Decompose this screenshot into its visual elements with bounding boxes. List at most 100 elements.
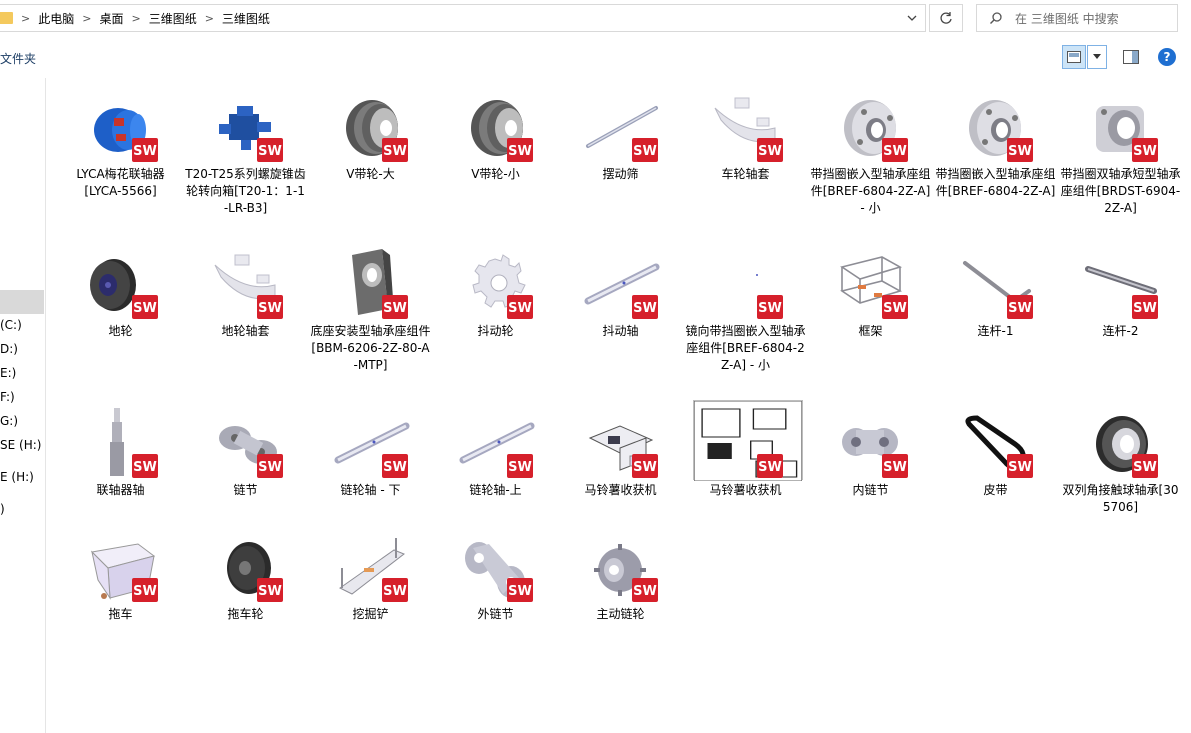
- help-button[interactable]: ?: [1158, 48, 1176, 66]
- solidworks-badge-icon: SW: [382, 578, 408, 602]
- file-item[interactable]: SW 拖车: [58, 522, 183, 672]
- chevron-right-icon[interactable]: >: [82, 12, 91, 25]
- view-mode-button[interactable]: [1062, 45, 1086, 69]
- refresh-button[interactable]: [929, 4, 963, 32]
- file-name: 链节: [233, 483, 258, 497]
- address-row: > 此电脑 > 桌面 > 三维图纸 > 三维图纸 在 三维图纸 中搜索: [0, 0, 1191, 38]
- file-item[interactable]: SW 车轮轴套: [683, 82, 808, 232]
- search-box[interactable]: 在 三维图纸 中搜索: [976, 4, 1178, 32]
- file-item[interactable]: SW 外链节: [433, 522, 558, 672]
- svg-text:SW: SW: [758, 144, 782, 159]
- nav-item-drive-h2[interactable]: E (H:): [0, 470, 34, 484]
- file-name: 拖车: [108, 607, 133, 621]
- preview-pane-button[interactable]: [1121, 47, 1141, 67]
- file-item[interactable]: SW LYCA梅花联轴器 [LYCA-5566]: [58, 82, 183, 232]
- svg-text:SW: SW: [258, 584, 282, 599]
- file-name: 地轮轴套: [221, 324, 270, 338]
- svg-text:SW: SW: [1133, 460, 1157, 475]
- svg-text:SW: SW: [133, 144, 157, 159]
- file-name: 马铃薯收获机: [584, 483, 657, 497]
- file-item[interactable]: SW 带挡圈嵌入型轴承座组件[BREF-6804-2Z-A]: [933, 82, 1058, 232]
- solidworks-badge-icon: SW: [632, 454, 658, 478]
- file-item[interactable]: SW 皮带: [933, 398, 1058, 548]
- svg-text:SW: SW: [383, 460, 407, 475]
- nav-selected-item[interactable]: [0, 290, 44, 314]
- solidworks-badge-icon: SW: [257, 454, 283, 478]
- breadcrumb-item-3[interactable]: 三维图纸: [222, 10, 270, 27]
- file-name: 连杆-2: [1102, 324, 1139, 338]
- nav-item-drive-e[interactable]: E:): [0, 366, 16, 380]
- file-item[interactable]: SW V带轮-小: [433, 82, 558, 232]
- chevron-right-icon[interactable]: >: [131, 12, 140, 25]
- svg-text:SW: SW: [133, 584, 157, 599]
- file-item[interactable]: SW 带挡圈嵌入型轴承座组件[BREF-6804-2Z-A] - 小: [808, 82, 933, 232]
- file-name: V带轮-小: [471, 167, 520, 181]
- navigation-pane: (C:) D:) E:) F:) G:) SE (H:) E (H:) ): [0, 78, 46, 733]
- file-name: 双列角接触球轴承[305706]: [1062, 483, 1179, 514]
- chevron-right-icon[interactable]: >: [205, 12, 214, 25]
- breadcrumb-item-0[interactable]: 此电脑: [38, 10, 74, 27]
- file-name: 链轮轴 - 下: [340, 483, 401, 497]
- file-item[interactable]: SW 地轮轴套: [183, 239, 308, 389]
- file-grid: SW LYCA梅花联轴器 [LYCA-5566] SW T20-T25系列螺旋锥齿轮转…: [58, 82, 1191, 733]
- svg-text:SW: SW: [508, 460, 532, 475]
- svg-text:SW: SW: [633, 144, 657, 159]
- file-item[interactable]: SW 拖车轮: [183, 522, 308, 672]
- svg-text:SW: SW: [633, 460, 657, 475]
- nav-item-drive-f[interactable]: F:): [0, 390, 15, 404]
- solidworks-badge-icon: SW: [1132, 454, 1158, 478]
- nav-item-drive-d[interactable]: D:): [0, 342, 18, 356]
- file-item[interactable]: SW 双列角接触球轴承[305706]: [1058, 398, 1183, 548]
- view-options-dropdown[interactable]: [1087, 45, 1107, 69]
- nav-item-drive-g[interactable]: G:): [0, 414, 18, 428]
- solidworks-badge-icon: SW: [882, 138, 908, 162]
- solidworks-badge-icon: SW: [1132, 138, 1158, 162]
- folder-label[interactable]: 文件夹: [0, 50, 36, 67]
- solidworks-badge-icon: SW: [507, 578, 533, 602]
- drawing-icon: [693, 400, 803, 482]
- folder-icon: [0, 12, 13, 24]
- file-item[interactable]: SW 连杆-1: [933, 239, 1058, 389]
- file-item[interactable]: SW 马铃薯收获机: [683, 398, 808, 548]
- file-item[interactable]: SW 地轮: [58, 239, 183, 389]
- address-bar[interactable]: > 此电脑 > 桌面 > 三维图纸 > 三维图纸: [0, 4, 926, 32]
- breadcrumb-item-1[interactable]: 桌面: [99, 10, 123, 27]
- solidworks-badge-icon: SW: [757, 454, 783, 478]
- file-item[interactable]: SW V带轮-大: [308, 82, 433, 232]
- file-item[interactable]: SW 连杆-2: [1058, 239, 1183, 389]
- svg-text:SW: SW: [258, 460, 282, 475]
- breadcrumb-item-2[interactable]: 三维图纸: [149, 10, 197, 27]
- file-item[interactable]: SW 框架: [808, 239, 933, 389]
- file-item[interactable]: SW 内链节: [808, 398, 933, 548]
- file-item[interactable]: SW 挖掘铲: [308, 522, 433, 672]
- file-name: 车轮轴套: [721, 167, 770, 181]
- nav-item-drive-c[interactable]: (C:): [0, 318, 22, 332]
- file-item[interactable]: SW T20-T25系列螺旋锥齿轮转向箱[T20-1：1-1-LR-B3]: [183, 82, 308, 232]
- solidworks-badge-icon: SW: [132, 454, 158, 478]
- solidworks-badge-icon: SW: [382, 454, 408, 478]
- search-placeholder: 在 三维图纸 中搜索: [1015, 11, 1119, 26]
- file-item[interactable]: SW 抖动轴: [558, 239, 683, 389]
- svg-text:SW: SW: [1133, 301, 1157, 316]
- nav-item-drive-h[interactable]: SE (H:): [0, 438, 41, 452]
- solidworks-badge-icon: SW: [507, 454, 533, 478]
- solidworks-badge-icon: SW: [382, 138, 408, 162]
- file-item[interactable]: SW 镜向带挡圈嵌入型轴承座组件[BREF-6804-2Z-A] - 小: [683, 239, 808, 389]
- file-item[interactable]: SW 抖动轮: [433, 239, 558, 389]
- chevron-down-icon[interactable]: [905, 11, 919, 25]
- search-icon: [990, 12, 1002, 24]
- solidworks-badge-icon: SW: [1132, 295, 1158, 319]
- chevron-right-icon[interactable]: >: [21, 12, 30, 25]
- file-name: T20-T25系列螺旋锥齿轮转向箱[T20-1：1-1-LR-B3]: [185, 167, 306, 215]
- file-name: LYCA梅花联轴器 [LYCA-5566]: [76, 167, 165, 198]
- file-item[interactable]: SW 主动链轮: [558, 522, 683, 672]
- file-name: 外链节: [477, 607, 514, 621]
- file-name: 连杆-1: [977, 324, 1014, 338]
- file-item[interactable]: SW 带挡圈双轴承短型轴承座组件[BRDST-6904-2Z-A]: [1058, 82, 1183, 232]
- file-item[interactable]: SW 底座安装型轴承座组件[BBM-6206-2Z-80-A-MTP]: [308, 239, 433, 389]
- svg-text:SW: SW: [1133, 144, 1157, 159]
- svg-text:SW: SW: [508, 144, 532, 159]
- nav-item-other[interactable]: ): [0, 502, 5, 516]
- svg-text:SW: SW: [383, 301, 407, 316]
- file-item[interactable]: SW 摆动筛: [558, 82, 683, 232]
